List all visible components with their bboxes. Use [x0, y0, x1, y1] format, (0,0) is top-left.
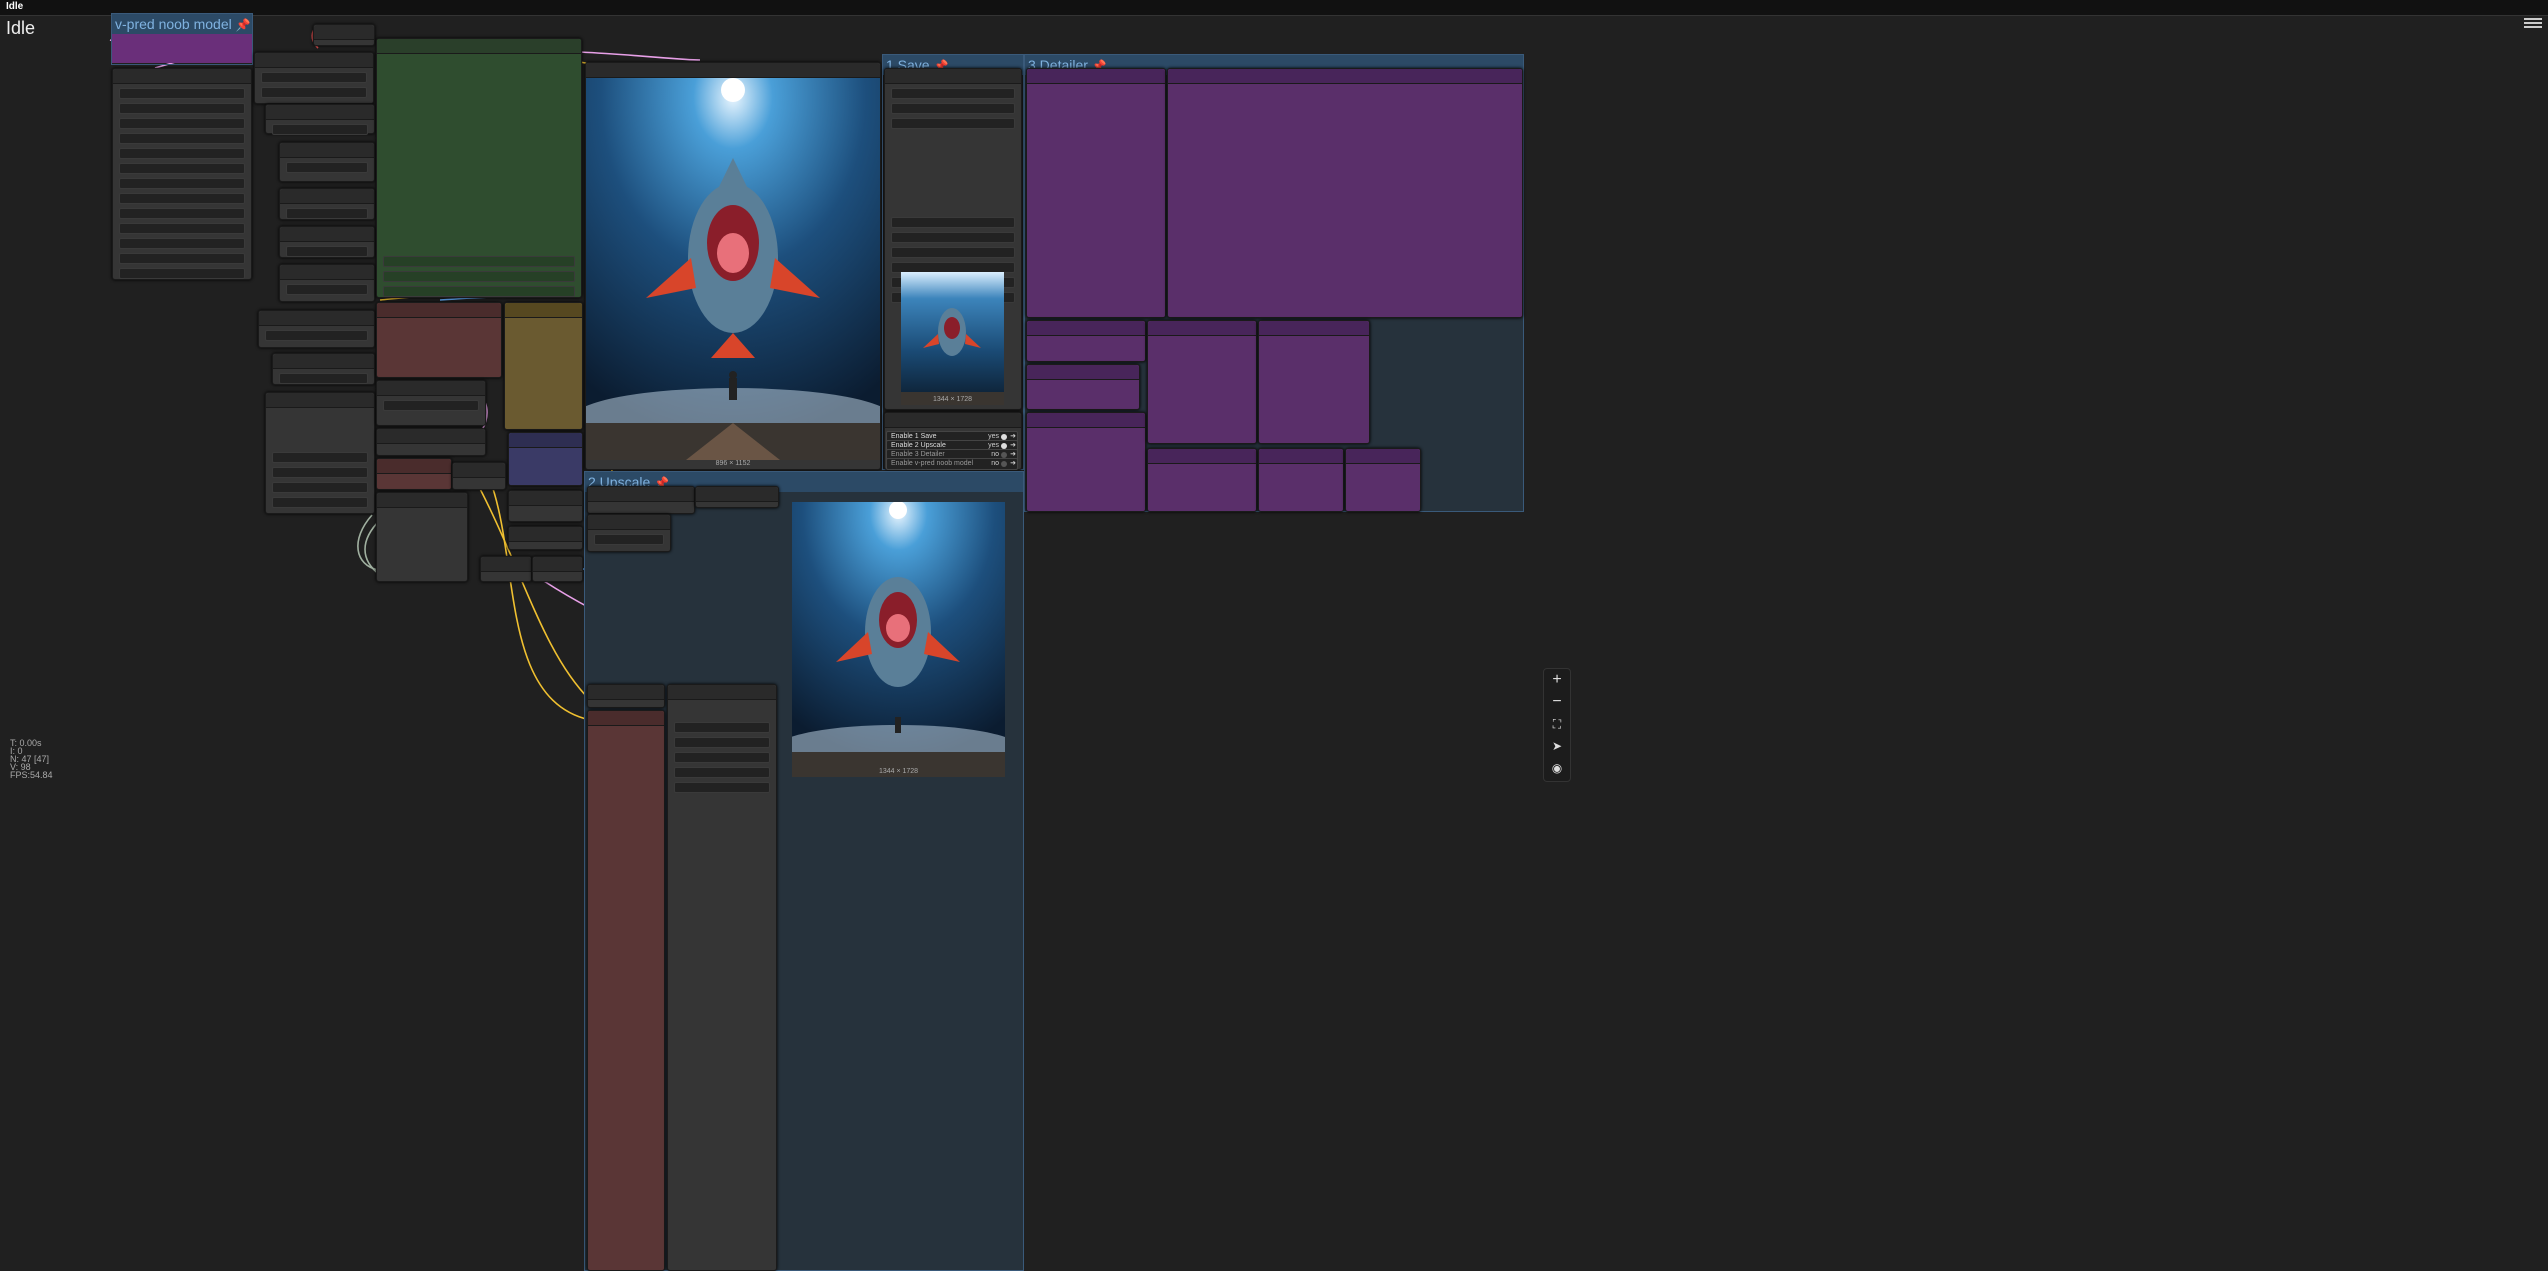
- node-9[interactable]: [265, 392, 375, 514]
- group-body: [112, 34, 252, 63]
- eye-icon[interactable]: ◉: [1544, 757, 1570, 779]
- node-c3[interactable]: [480, 556, 532, 582]
- node-detailer-8[interactable]: [1258, 448, 1344, 512]
- select-mode-icon[interactable]: ➤: [1544, 735, 1570, 757]
- node-8[interactable]: [272, 353, 375, 385]
- upscaled-caption: 1344 × 1728: [878, 768, 919, 775]
- node-negative-prompt[interactable]: [376, 302, 502, 378]
- node-upscale-5[interactable]: [667, 684, 777, 1271]
- pin-icon: 📌: [235, 18, 251, 32]
- node-reroute-a[interactable]: [452, 462, 506, 490]
- zoom-in-icon[interactable]: +: [1544, 669, 1570, 691]
- thumbnail-caption: 1344 × 1728: [932, 396, 973, 403]
- image-size-caption: 896 × 1152: [715, 460, 751, 467]
- node-c1[interactable]: [508, 490, 583, 522]
- arrow-icon[interactable]: ➜: [1010, 459, 1016, 469]
- node-c2[interactable]: [508, 526, 583, 550]
- node-detailer-7[interactable]: [1147, 448, 1257, 512]
- canvas-controls: + − ⛶ ➤ ◉: [1543, 668, 1571, 782]
- node-sampler-b[interactable]: [376, 428, 486, 456]
- node-positive-prompt[interactable]: [376, 38, 582, 298]
- node-navy[interactable]: [508, 432, 583, 486]
- node-4[interactable]: [279, 188, 375, 220]
- save-thumbnail: 1344 × 1728: [901, 272, 1004, 405]
- node-c4[interactable]: [532, 556, 583, 582]
- toggle-dot-icon: [1001, 461, 1007, 467]
- node-upscale-3[interactable]: [587, 514, 671, 552]
- node-sampler-a[interactable]: [376, 380, 486, 426]
- node-5[interactable]: [279, 226, 375, 258]
- node-checkpoint[interactable]: [254, 52, 374, 104]
- node-3[interactable]: [279, 142, 375, 182]
- render-stats: T: 0.00s I: 0 N: 47 [47] V: 98 FPS:54.84: [10, 738, 53, 780]
- node-detailer-3[interactable]: [1026, 364, 1140, 410]
- node-small-1[interactable]: [313, 24, 375, 46]
- node-6[interactable]: [279, 264, 375, 302]
- node-save-image[interactable]: 1344 × 1728: [884, 68, 1022, 410]
- node-detailer-6[interactable]: [1258, 320, 1370, 444]
- node-preview-image[interactable]: 896 × 1152: [585, 62, 881, 470]
- group-title: v-pred noob model 📌: [112, 14, 252, 34]
- node-detailer-1[interactable]: [1026, 68, 1166, 318]
- node-7[interactable]: [258, 310, 375, 348]
- node-olive[interactable]: [504, 302, 583, 430]
- node-detailer-5[interactable]: [1147, 320, 1257, 444]
- node-detailer-9[interactable]: [1345, 448, 1421, 512]
- node-upscale-2[interactable]: [695, 486, 779, 508]
- fit-view-icon[interactable]: ⛶: [1544, 713, 1570, 735]
- node-upscale-1[interactable]: [587, 486, 695, 514]
- node-lora-stack[interactable]: [112, 68, 252, 280]
- node-brown-small[interactable]: [376, 458, 452, 490]
- node-detailer-2[interactable]: [1026, 320, 1146, 362]
- upscaled-image: 1344 × 1728: [792, 502, 1005, 777]
- node-detailer-4[interactable]: [1026, 412, 1146, 512]
- node-detailer-preview[interactable]: [1167, 68, 1523, 318]
- group-vpred-noob-model[interactable]: v-pred noob model 📌: [111, 13, 253, 65]
- node-upscale-brown[interactable]: [587, 710, 665, 1271]
- zoom-out-icon[interactable]: −: [1544, 691, 1570, 713]
- switch-enable-vpred[interactable]: Enable v-pred noob model no ➜: [886, 458, 1018, 470]
- generated-image: [586, 78, 880, 460]
- node-2[interactable]: [265, 104, 375, 135]
- node-vae-decode[interactable]: [376, 492, 468, 582]
- node-upscale-4[interactable]: [587, 684, 665, 708]
